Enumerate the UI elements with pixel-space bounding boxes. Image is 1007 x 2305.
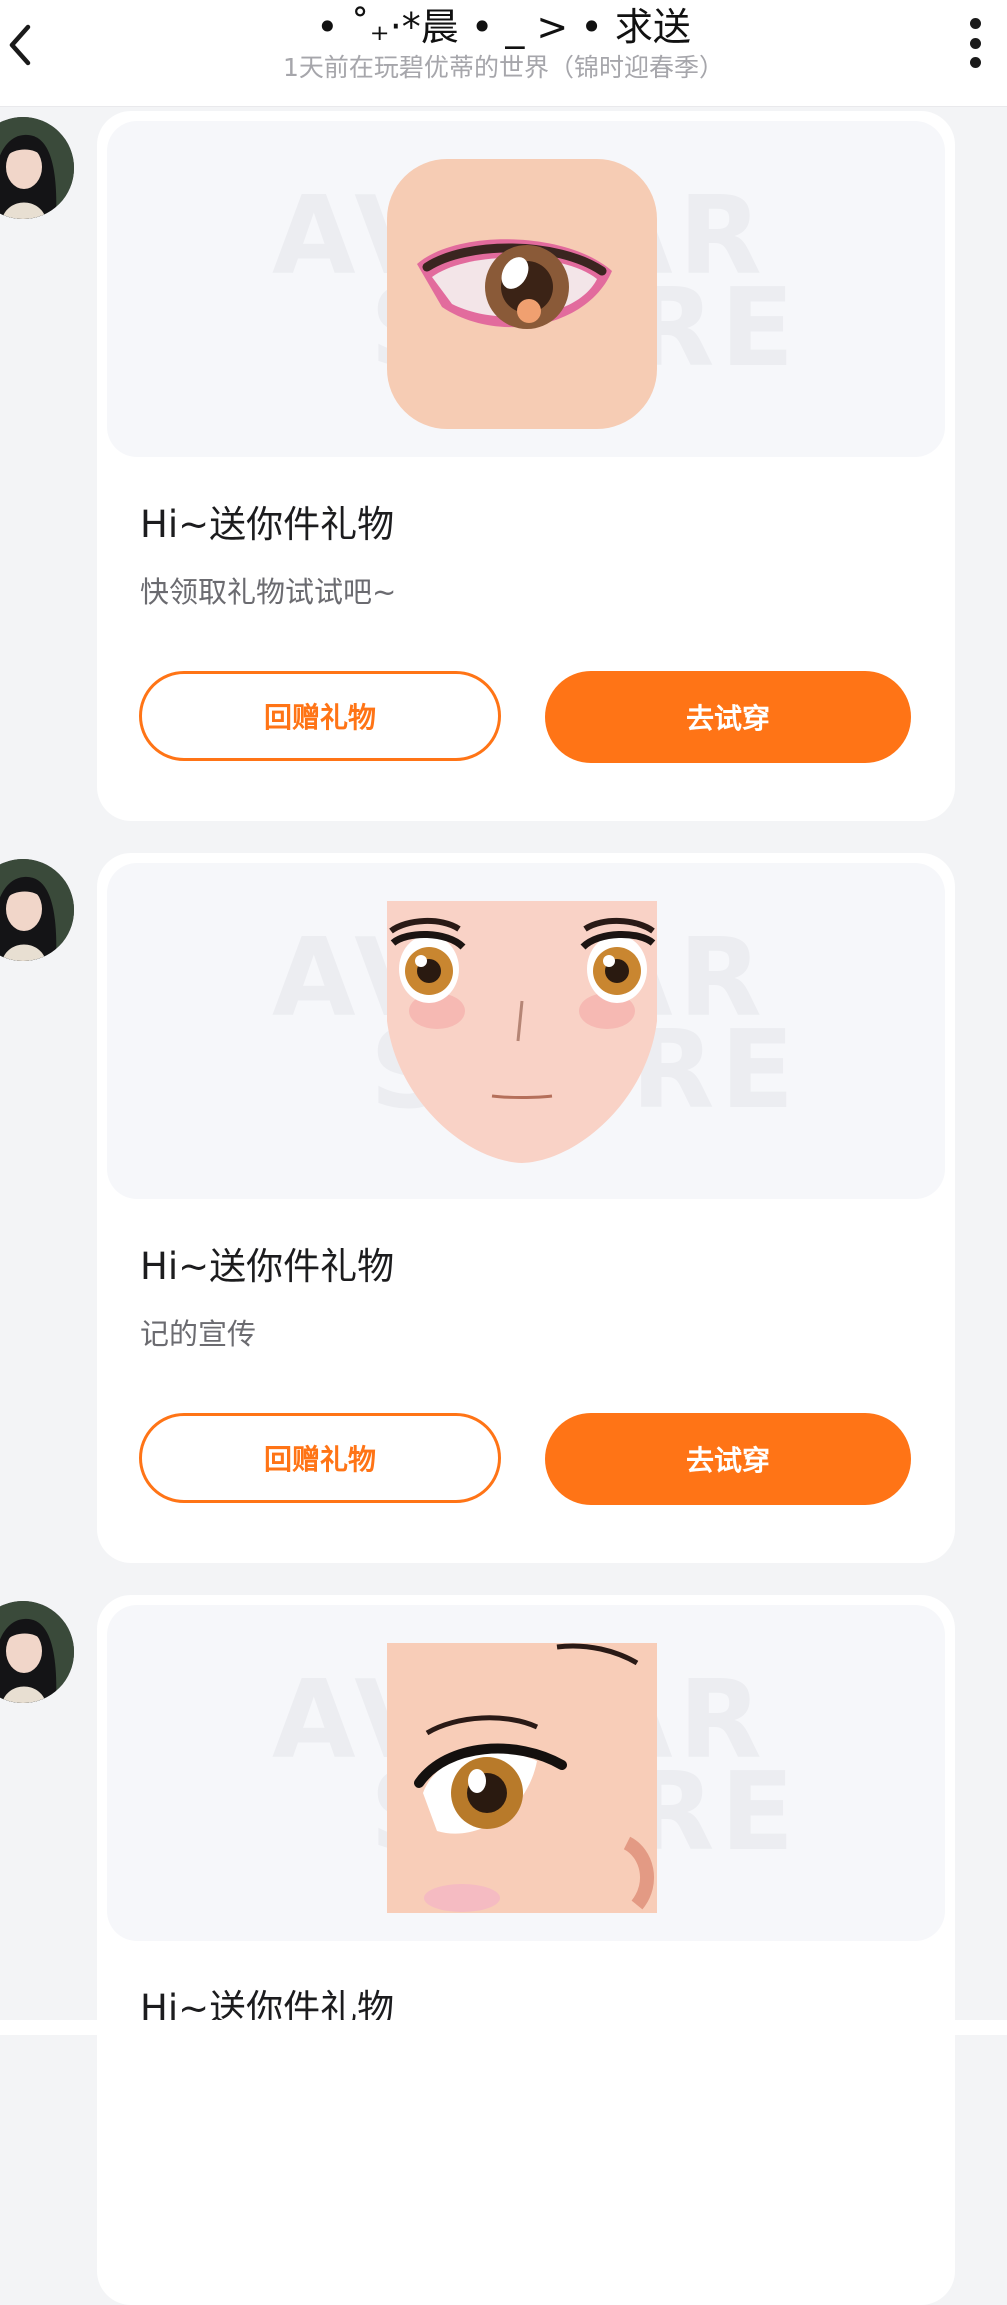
face-makeup-item-icon [387,901,657,1171]
gift-preview[interactable]: AVATAR STORE [107,121,945,457]
sender-avatar[interactable] [0,1601,74,1703]
more-dot-icon [969,37,981,49]
bottom-safe-area [0,2020,1007,2035]
gift-message: 记的宣传 [140,1317,257,1351]
gift-title: Hi~送你件礼物 [140,503,395,546]
more-dot-icon [969,18,981,29]
more-dot-icon [969,57,981,68]
gift-card: AVATAR STORE Hi~送你件礼物 快领取礼物试试吧~ 回赠礼物 去试穿 [97,111,955,821]
eye-makeup-item-icon [387,159,657,429]
eye-closeup-item-icon [387,1643,657,1913]
gift-title: Hi~送你件礼物 [140,1245,395,1288]
return-gift-button[interactable]: 回赠礼物 [139,671,501,761]
gift-preview[interactable]: AVATAR STORE [107,1605,945,1941]
try-on-button[interactable]: 去试穿 [545,671,911,763]
return-gift-button[interactable]: 回赠礼物 [139,1413,501,1503]
chat-title: • ˚₊‧*晨 • _ > • 求送 [316,5,691,49]
chat-subtitle: 1天前在玩碧优蒂的世界（锦时迎春季） [283,53,724,82]
try-on-button[interactable]: 去试穿 [545,1413,911,1505]
gift-card: AVATAR STORE [97,853,955,1563]
sender-avatar[interactable] [0,117,74,219]
gift-card: AVATAR STORE Hi~送你件礼物 [97,1595,955,2305]
sender-avatar[interactable] [0,859,74,961]
top-nav-bar: • ˚₊‧*晨 • _ > • 求送 1天前在玩碧优蒂的世界（锦时迎春季） [0,0,1007,107]
gift-preview[interactable]: AVATAR STORE [107,863,945,1199]
chevron-left-icon [9,24,31,66]
back-button[interactable] [0,10,40,80]
gift-message: 快领取礼物试试吧~ [140,575,397,609]
more-options-button[interactable] [965,18,985,68]
